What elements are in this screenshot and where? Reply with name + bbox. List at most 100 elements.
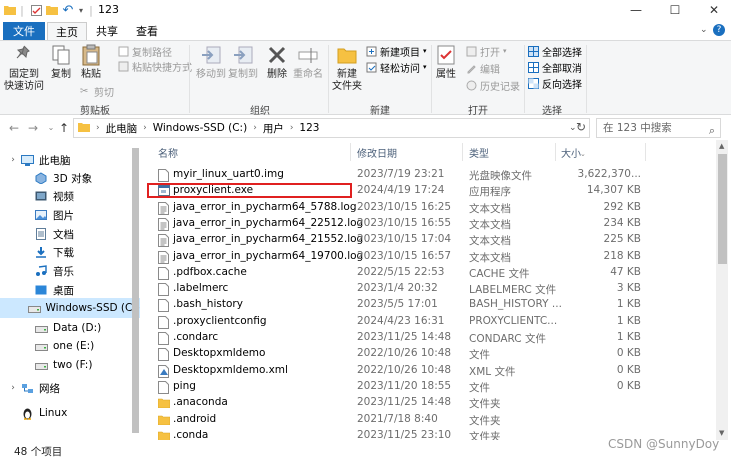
file-row[interactable]: .labelmerc 2023/1/4 20:32 LABELMERC 文件 3 KB bbox=[140, 281, 715, 297]
file-row[interactable]: proxyclient.exe 2024/4/19 17:24 应用程序 14,307… bbox=[140, 183, 715, 199]
properties-button[interactable]: 属性 bbox=[433, 43, 459, 81]
expand-chevron-icon[interactable]: › bbox=[6, 155, 20, 165]
file-row[interactable]: Desktopxmldemo 2022/10/26 10:48 文件 0 KB bbox=[140, 346, 715, 362]
file-row[interactable]: .bash_history 2023/5/5 17:01 BASH_HISTORY … bbox=[140, 297, 715, 313]
rename-button[interactable]: 重命名 bbox=[291, 43, 325, 81]
file-row[interactable]: .pdfbox.cache 2022/5/15 22:53 CACHE 文件 47 K… bbox=[140, 265, 715, 281]
nav-item-this-pc[interactable]: › 此电脑 bbox=[0, 150, 140, 170]
pin-quick-access-button[interactable]: 固定到 快速访问 bbox=[4, 43, 44, 93]
file-size: 47 KB bbox=[610, 265, 641, 278]
scroll-up-icon[interactable]: ▲ bbox=[719, 142, 724, 150]
recent-locations-icon[interactable]: ⌄ bbox=[44, 121, 58, 135]
column-divider[interactable] bbox=[350, 143, 351, 161]
nav-item-label: 3D 对象 bbox=[53, 172, 93, 185]
refresh-icon[interactable]: ↻ bbox=[576, 120, 590, 134]
tab-share[interactable]: 共享 bbox=[87, 22, 127, 41]
nav-item-music[interactable]: 音乐 bbox=[0, 261, 140, 281]
open-button[interactable]: 打开 ▾ bbox=[466, 44, 507, 59]
breadcrumb-users[interactable]: 用户 bbox=[263, 121, 284, 136]
invert-selection-icon bbox=[528, 77, 539, 89]
delete-button[interactable]: 删除 bbox=[263, 43, 291, 81]
file-row[interactable]: .proxyclientconfig 2024/4/23 16:31 PROXYCL… bbox=[140, 314, 715, 330]
scroll-down-icon[interactable]: ▼ bbox=[719, 429, 724, 437]
up-arrow-icon[interactable]: ↑ bbox=[57, 121, 71, 135]
history-button[interactable]: 历史记录 bbox=[466, 78, 520, 93]
breadcrumb-drive-c[interactable]: Windows-SSD (C:) bbox=[153, 122, 247, 134]
minimize-ribbon-icon[interactable]: ⌄ bbox=[700, 25, 708, 35]
tab-view[interactable]: 查看 bbox=[127, 22, 167, 41]
customize-quick-access-icon[interactable]: ▾ bbox=[76, 3, 86, 17]
nav-item-desktop[interactable]: 桌面 bbox=[0, 280, 140, 300]
column-header-type[interactable]: 类型 bbox=[469, 145, 489, 160]
nav-item-network[interactable]: › 网络 bbox=[0, 378, 140, 398]
nav-item-downloads[interactable]: 下载 bbox=[0, 242, 140, 262]
nav-item-drive-f[interactable]: two (F:) bbox=[0, 355, 140, 375]
nav-scrollbar-thumb[interactable] bbox=[132, 148, 139, 433]
tab-file[interactable]: 文件 bbox=[3, 22, 45, 41]
easy-access-button[interactable]: 轻松访问 ▾ bbox=[366, 60, 427, 75]
close-button[interactable]: ✕ bbox=[699, 2, 729, 18]
column-divider[interactable] bbox=[555, 143, 556, 161]
forward-arrow-icon[interactable]: → bbox=[26, 121, 40, 135]
move-to-button[interactable]: 移动到 bbox=[195, 43, 227, 81]
column-divider[interactable] bbox=[462, 143, 463, 161]
breadcrumb-123[interactable]: 123 bbox=[299, 122, 319, 134]
nav-item-linux[interactable]: Linux bbox=[0, 403, 140, 423]
select-none-button[interactable]: 全部取消 bbox=[528, 60, 582, 75]
new-folder-button[interactable]: 新建 文件夹 bbox=[331, 43, 363, 93]
file-row[interactable]: .condarc 2023/11/25 14:48 CONDARC 文件 1 KB bbox=[140, 330, 715, 346]
nav-scrollbar[interactable] bbox=[131, 140, 140, 440]
copy-button[interactable]: 复制 bbox=[48, 43, 74, 81]
nav-item-drive-c[interactable]: Windows-SSD (C:) bbox=[0, 298, 140, 318]
new-item-button[interactable]: 新建项目 ▾ bbox=[366, 44, 427, 59]
nav-item-videos[interactable]: 视频 bbox=[0, 186, 140, 206]
properties-icon[interactable] bbox=[30, 3, 42, 17]
file-row[interactable]: .android 2021/7/18 8:40 文件夹 bbox=[140, 412, 715, 428]
cut-button[interactable]: ✂ 剪切 bbox=[80, 84, 114, 99]
nav-item-drive-d[interactable]: Data (D:) bbox=[0, 318, 140, 338]
nav-item-documents[interactable]: 文档 bbox=[0, 224, 140, 244]
nav-item-3d-objects[interactable]: 3D 对象 bbox=[0, 168, 140, 188]
copy-to-button[interactable]: 复制到 bbox=[227, 43, 259, 81]
undo-icon[interactable]: ↶ bbox=[62, 3, 74, 18]
video-icon bbox=[34, 190, 48, 202]
maximize-button[interactable]: ☐ bbox=[660, 2, 690, 18]
select-all-button[interactable]: 全部选择 bbox=[528, 44, 582, 59]
edit-button[interactable]: 编辑 bbox=[466, 61, 500, 76]
open-icon bbox=[466, 46, 477, 57]
file-size: 0 KB bbox=[616, 347, 641, 360]
column-header-name[interactable]: 名称 bbox=[158, 145, 178, 160]
column-header-date[interactable]: 修改日期 bbox=[357, 145, 397, 160]
help-icon[interactable]: ? bbox=[713, 24, 725, 36]
minimize-button[interactable]: — bbox=[621, 2, 651, 18]
ribbon-separator bbox=[586, 45, 587, 113]
tab-home[interactable]: 主页 bbox=[47, 22, 87, 41]
file-row[interactable]: java_error_in_pycharm64_21552.log 2023/10… bbox=[140, 232, 715, 248]
vertical-scrollbar[interactable]: ▲ ▼ bbox=[716, 140, 728, 440]
nav-item-pictures[interactable]: 图片 bbox=[0, 205, 140, 225]
expand-chevron-icon[interactable]: › bbox=[6, 383, 20, 393]
nav-item-drive-e[interactable]: one (E:) bbox=[0, 336, 140, 356]
file-row[interactable]: java_error_in_pycharm64_5788.log 2023/10/… bbox=[140, 200, 715, 216]
copy-path-button[interactable]: 复制路径 bbox=[118, 44, 172, 59]
column-header-size[interactable]: 大小 bbox=[561, 145, 581, 160]
file-row[interactable]: java_error_in_pycharm64_19700.log 2023/10… bbox=[140, 249, 715, 265]
paste-shortcut-button[interactable]: 粘贴快捷方式 bbox=[118, 59, 192, 74]
breadcrumb-this-pc[interactable]: 此电脑 bbox=[106, 121, 138, 136]
file-row[interactable]: Desktopxmldemo.xml 2022/10/26 10:48 XML 文件… bbox=[140, 363, 715, 379]
search-input[interactable]: 在 123 中搜索 ⌕ bbox=[596, 118, 721, 138]
vertical-scrollbar-thumb[interactable] bbox=[718, 154, 727, 264]
paste-button[interactable]: 粘贴 bbox=[78, 43, 104, 81]
file-name: java_error_in_pycharm64_22512.log bbox=[173, 216, 364, 229]
back-arrow-icon[interactable]: ← bbox=[7, 121, 21, 135]
file-row[interactable]: java_error_in_pycharm64_22512.log 2023/10… bbox=[140, 216, 715, 232]
file-row[interactable]: .anaconda 2023/11/25 14:48 文件夹 bbox=[140, 395, 715, 411]
invert-selection-button[interactable]: 反向选择 bbox=[528, 76, 582, 91]
file-size: 225 KB bbox=[603, 233, 641, 246]
file-row[interactable]: ping 2023/11/20 18:55 文件 0 KB bbox=[140, 379, 715, 395]
file-row[interactable]: myir_linux_uart0.img 2023/7/19 23:21 光盘映像文… bbox=[140, 167, 715, 183]
column-divider[interactable] bbox=[645, 143, 646, 161]
address-bar[interactable]: › 此电脑 › Windows-SSD (C:) › 用户 › 123 bbox=[73, 118, 590, 138]
new-folder-icon[interactable] bbox=[46, 3, 58, 17]
file-type: 文件夹 bbox=[469, 414, 501, 427]
